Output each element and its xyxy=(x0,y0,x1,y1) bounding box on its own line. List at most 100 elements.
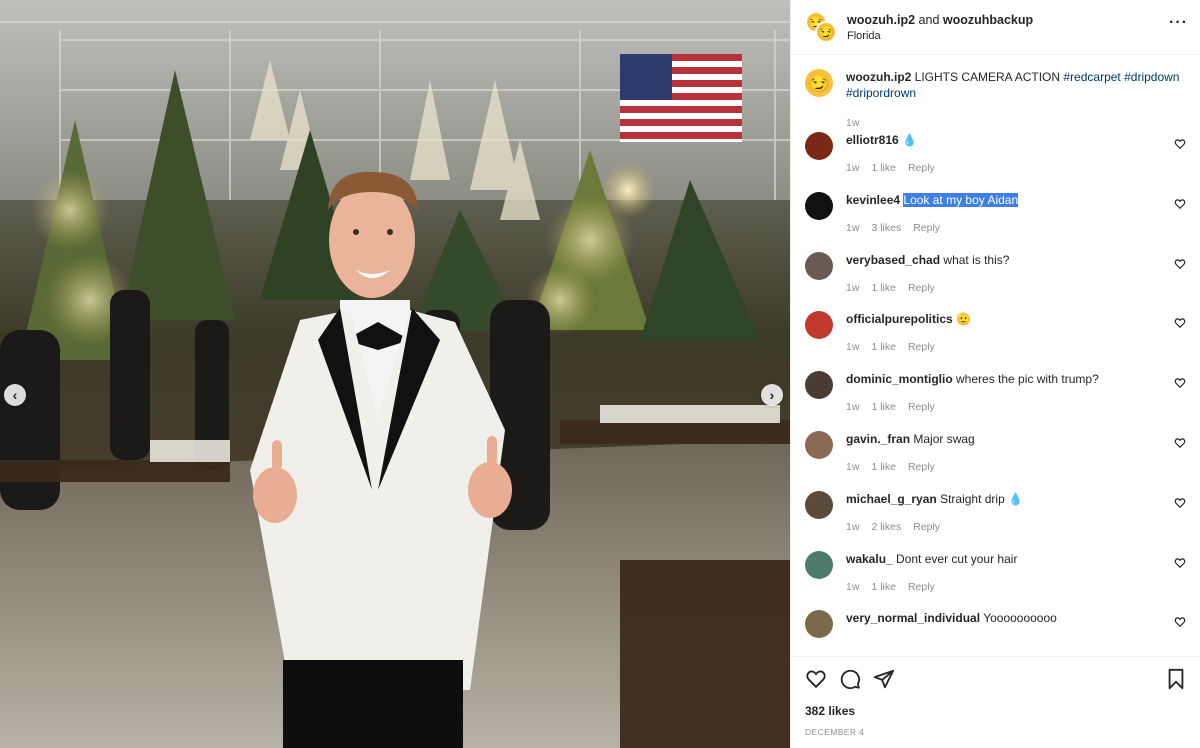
comment-likes[interactable]: 2 likes xyxy=(871,521,901,533)
commenter-avatar[interactable] xyxy=(805,311,833,340)
instagram-post: ‹ › 😏 😏 woozuh.ip2 and woozuhbackup Flor… xyxy=(0,0,1200,748)
comment-bubble-icon[interactable] xyxy=(839,668,861,690)
post-photo[interactable]: ‹ › xyxy=(0,0,790,748)
comment-time: 1w xyxy=(846,341,860,354)
comment-text: Major swag xyxy=(913,431,975,446)
comment-meta: 1w 1 like Reply xyxy=(846,280,1186,296)
post-actions: 382 likes DECEMBER 4 xyxy=(791,656,1200,748)
caption-text: LIGHTS CAMERA ACTION xyxy=(914,70,1061,84)
comment-meta: 1w 2 likes Reply xyxy=(846,519,1186,535)
previous-photo-button[interactable]: ‹ xyxy=(4,384,26,406)
comment-likes[interactable]: 1 like xyxy=(871,461,896,473)
comment-like-heart-icon[interactable] xyxy=(1174,317,1186,329)
like-heart-icon[interactable] xyxy=(805,668,827,690)
comment-meta: 1w 3 likes Reply xyxy=(846,220,1186,236)
more-options-button[interactable]: ··· xyxy=(1169,14,1188,32)
comment-body: gavin._fran Major swag 1w 1 like Reply xyxy=(846,431,1186,475)
comment-likes[interactable]: 1 like xyxy=(871,401,896,413)
reply-button[interactable]: Reply xyxy=(908,162,935,174)
caption-username[interactable]: woozuh.ip2 xyxy=(846,70,911,84)
commenter-avatar[interactable] xyxy=(805,251,833,280)
commenter-avatar[interactable] xyxy=(805,191,833,220)
comment-likes[interactable]: 1 like xyxy=(871,341,896,353)
next-photo-button[interactable]: › xyxy=(761,384,783,406)
share-paper-plane-icon[interactable] xyxy=(873,668,895,690)
author-username[interactable]: woozuh.ip2 xyxy=(847,13,915,27)
reply-button[interactable]: Reply xyxy=(913,521,940,533)
comment-likes[interactable]: 1 like xyxy=(871,162,896,174)
comment-like-heart-icon[interactable] xyxy=(1174,377,1186,389)
comment-row: kevinlee4 Look at my boy Aidan 1w 3 likes R… xyxy=(805,191,1186,252)
hashtag-link[interactable]: #redcarpet xyxy=(1063,70,1120,84)
comment-row: dominic_montiglio wheres the pic with tr… xyxy=(805,371,1186,431)
comment-like-heart-icon[interactable] xyxy=(1174,198,1186,210)
header-text: woozuh.ip2 and woozuhbackup Florida xyxy=(847,13,1033,42)
comment-body: dominic_montiglio wheres the pic with tr… xyxy=(846,371,1186,415)
comment-username[interactable]: michael_g_ryan xyxy=(846,492,937,506)
caption-body: woozuh.ip2 LIGHTS CAMERA ACTION #redcarp… xyxy=(846,69,1186,131)
comment-username[interactable]: dominic_montiglio xyxy=(846,372,953,386)
comment-row: wakalu_ Dont ever cut your hair 1w 1 like R… xyxy=(805,550,1186,611)
comment-row: officialpurepolitics 🫡 1w 1 like Reply xyxy=(805,311,1186,371)
caption: 😏 woozuh.ip2 LIGHTS CAMERA ACTION #redca… xyxy=(805,69,1186,132)
post-date[interactable]: DECEMBER 4 xyxy=(805,727,1186,737)
comment-likes[interactable]: 1 like xyxy=(871,282,896,294)
comment-body: kevinlee4 Look at my boy Aidan 1w 3 likes R… xyxy=(846,192,1186,236)
comment-body: verybased_chad what is this? 1w 1 like Repl… xyxy=(846,252,1186,296)
action-bar xyxy=(805,667,1186,691)
comment-body: officialpurepolitics 🫡 1w 1 like Reply xyxy=(846,311,1186,355)
comment-body: wakalu_ Dont ever cut your hair 1w 1 like R… xyxy=(846,551,1186,595)
comment-like-heart-icon[interactable] xyxy=(1174,138,1186,150)
commenter-avatar[interactable] xyxy=(805,550,833,579)
header-usernames: woozuh.ip2 and woozuhbackup xyxy=(847,13,1033,27)
comment-username[interactable]: very_normal_individual xyxy=(846,611,980,625)
caption-avatar[interactable]: 😏 xyxy=(805,69,833,97)
comment-like-heart-icon[interactable] xyxy=(1174,437,1186,449)
reply-button[interactable]: Reply xyxy=(908,282,935,294)
caption-meta: 1w xyxy=(846,115,1186,131)
reply-button[interactable]: Reply xyxy=(908,581,935,593)
comment-container: elliotr816 💧 1w 1 like Reply kevinlee4 Look … xyxy=(805,132,1186,656)
comment-likes[interactable]: 3 likes xyxy=(871,222,901,234)
hashtag-link[interactable]: #dripordrown xyxy=(846,86,916,100)
comment-time: 1w xyxy=(846,580,860,593)
comment-time: 1w xyxy=(846,281,860,294)
collaborator-username[interactable]: woozuhbackup xyxy=(943,13,1033,27)
comment-like-heart-icon[interactable] xyxy=(1174,616,1186,628)
save-bookmark-icon[interactable] xyxy=(1166,668,1186,690)
post-side-panel: 😏 😏 woozuh.ip2 and woozuhbackup Florida … xyxy=(790,0,1200,748)
reply-button[interactable]: Reply xyxy=(908,341,935,353)
post-location[interactable]: Florida xyxy=(847,30,1033,42)
comment-like-heart-icon[interactable] xyxy=(1174,497,1186,509)
comment-emoji-icon: 💧 xyxy=(902,133,917,147)
likes-count[interactable]: 382 likes xyxy=(805,704,1186,718)
comment-like-heart-icon[interactable] xyxy=(1174,557,1186,569)
photo-scene xyxy=(0,0,790,748)
commenter-avatar[interactable] xyxy=(805,430,833,459)
reply-button[interactable]: Reply xyxy=(908,461,935,473)
comment-username[interactable]: kevinlee4 xyxy=(846,193,900,207)
comment-username[interactable]: wakalu_ xyxy=(846,552,893,566)
comment-likes[interactable]: 1 like xyxy=(871,581,896,593)
commenter-avatar[interactable] xyxy=(805,371,833,400)
comment-like-heart-icon[interactable] xyxy=(1174,258,1186,270)
comment-meta: 1w 1 like Reply xyxy=(846,579,1186,595)
comment-username[interactable]: elliotr816 xyxy=(846,133,899,147)
reply-button[interactable]: Reply xyxy=(913,222,940,234)
comment-meta: 1w 1 like Reply xyxy=(846,160,1186,176)
comment-time: 1w xyxy=(846,460,860,473)
hashtag-link[interactable]: #dripdown xyxy=(1124,70,1179,84)
collab-avatars[interactable]: 😏 😏 xyxy=(805,11,837,43)
comment-username[interactable]: officialpurepolitics xyxy=(846,312,953,326)
commenter-avatar[interactable] xyxy=(805,610,833,639)
comment-meta: 1w 1 like Reply xyxy=(846,339,1186,355)
comment-username[interactable]: verybased_chad xyxy=(846,253,940,267)
commenter-avatar[interactable] xyxy=(805,132,833,160)
commenter-avatar[interactable] xyxy=(805,490,833,519)
post-header: 😏 😏 woozuh.ip2 and woozuhbackup Florida … xyxy=(791,0,1200,55)
comment-row: verybased_chad what is this? 1w 1 like Repl… xyxy=(805,251,1186,312)
comments-list[interactable]: 😏 woozuh.ip2 LIGHTS CAMERA ACTION #redca… xyxy=(791,55,1200,656)
reply-button[interactable]: Reply xyxy=(908,401,935,413)
comment-username[interactable]: gavin._fran xyxy=(846,432,910,446)
collaborator-avatar[interactable]: 😏 xyxy=(815,21,837,43)
